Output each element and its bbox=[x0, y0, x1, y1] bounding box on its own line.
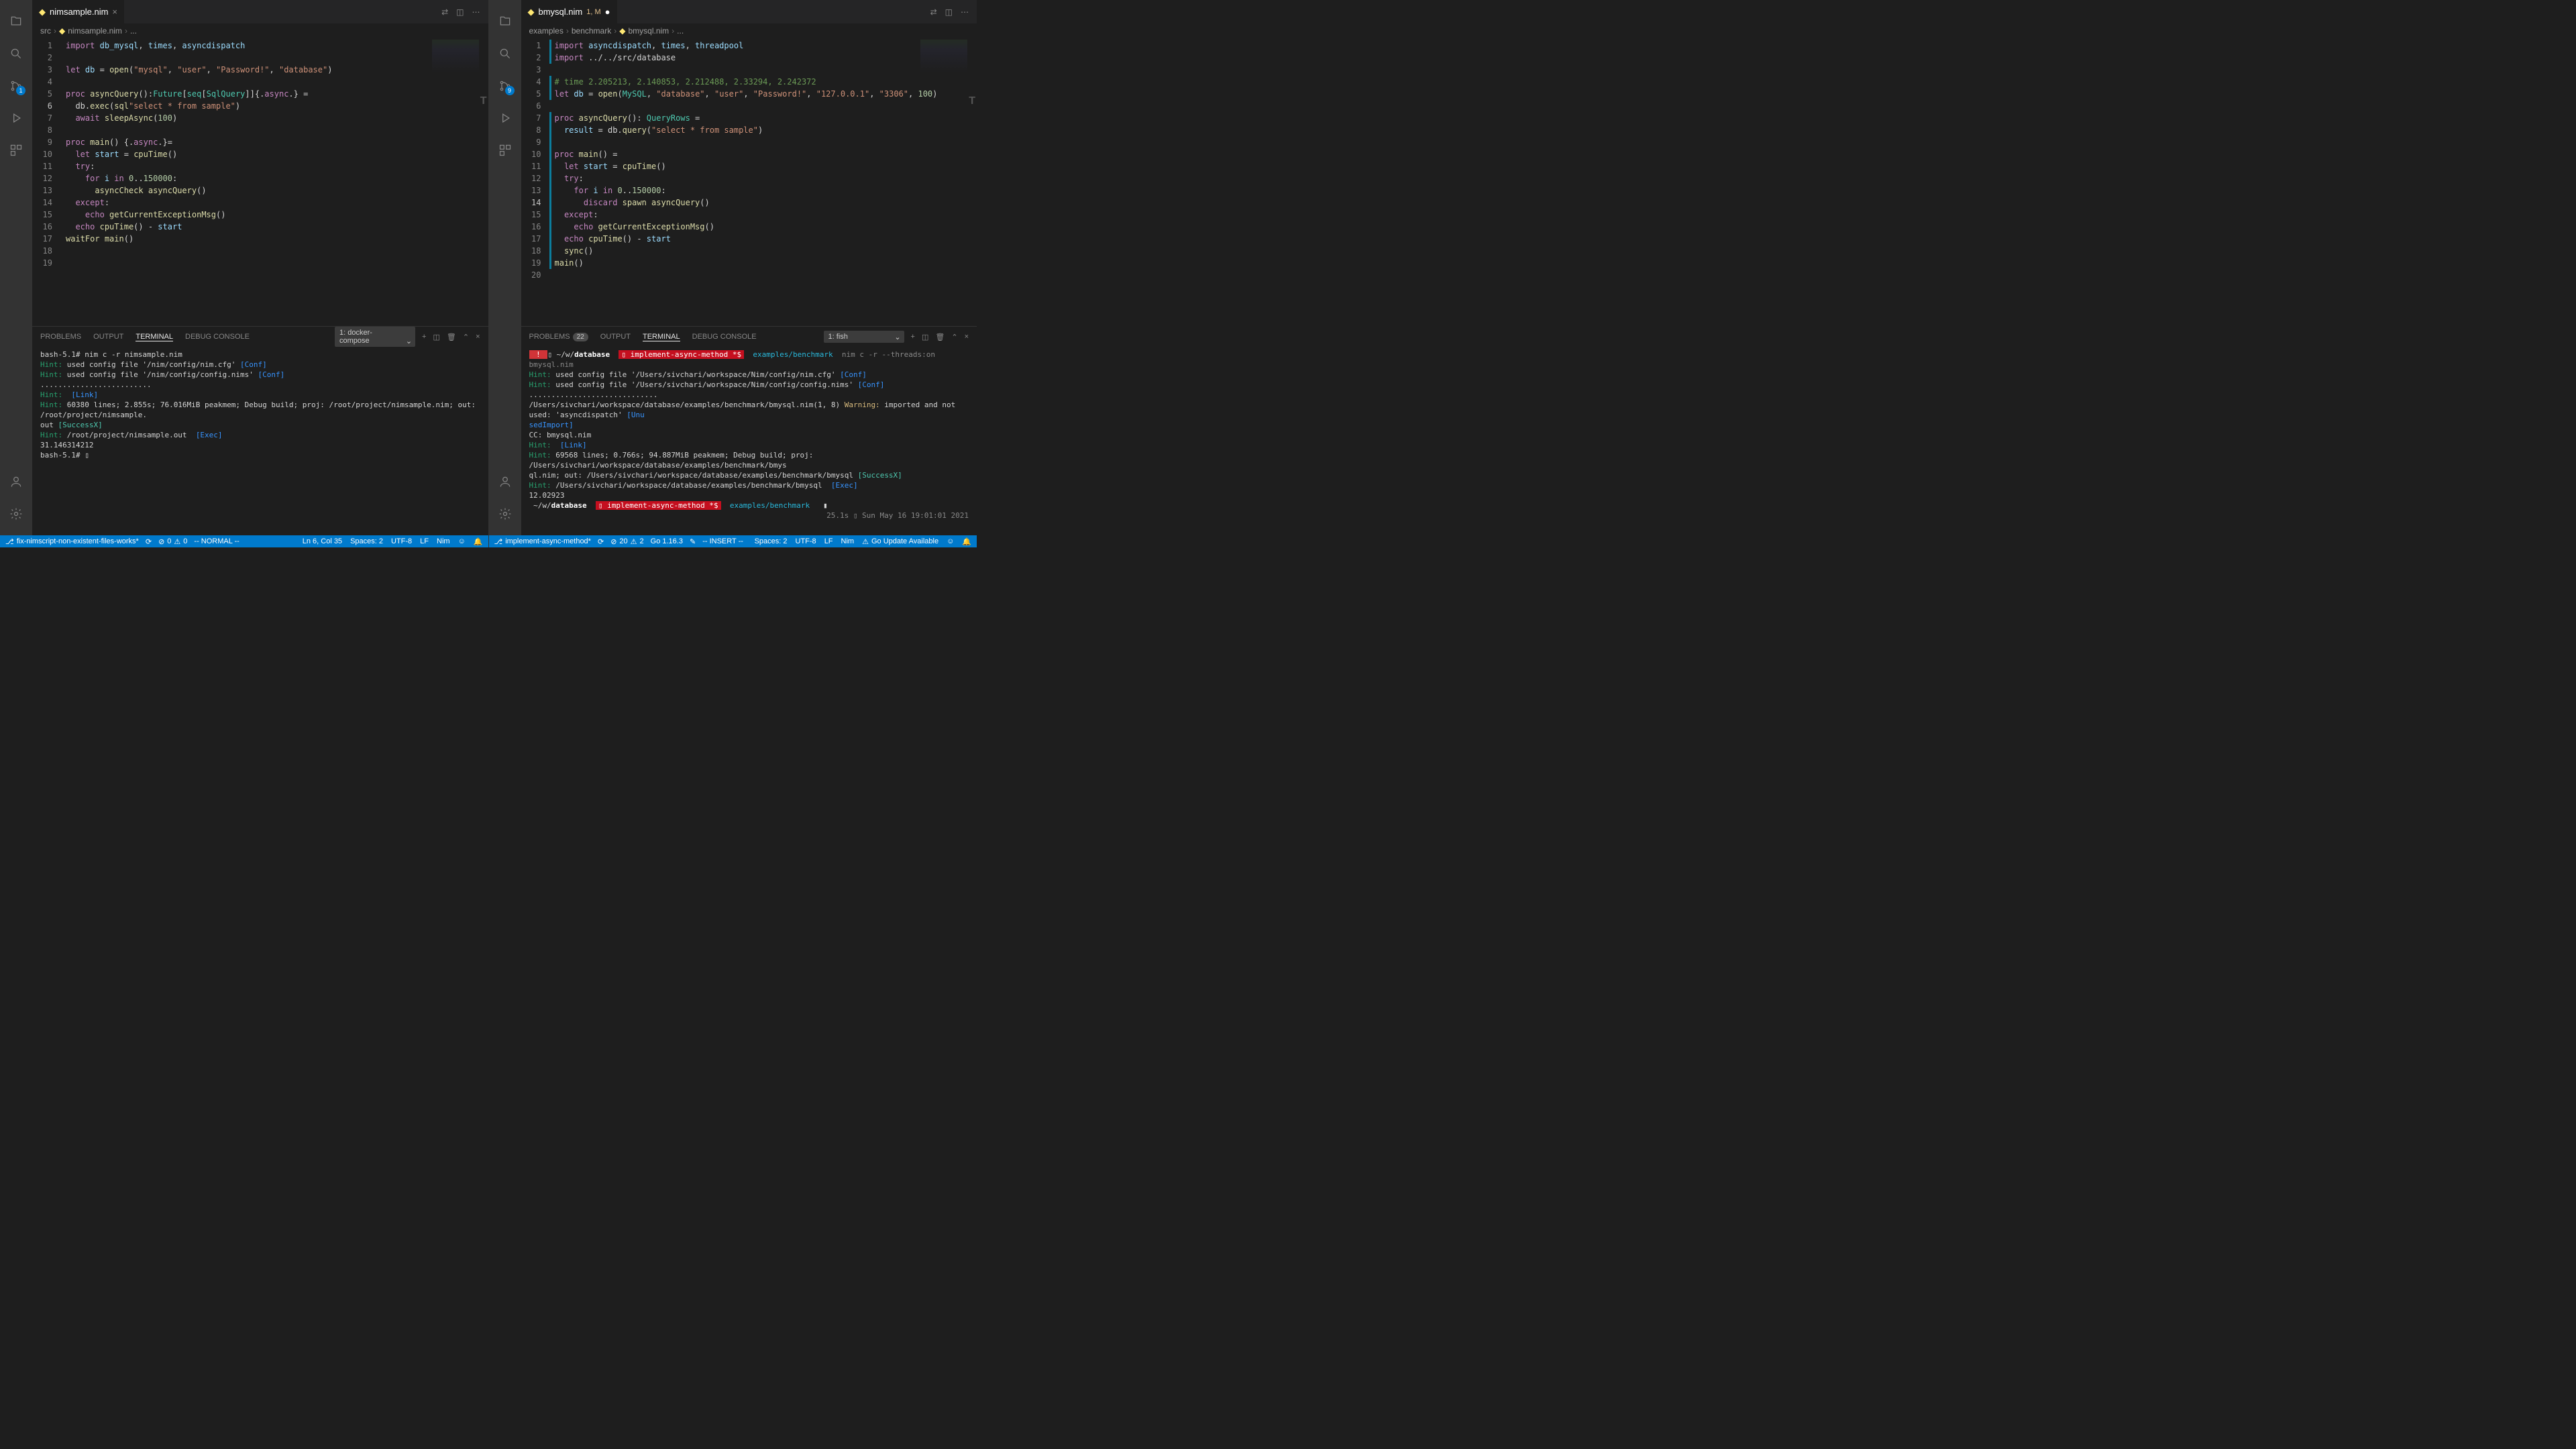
terminal[interactable]: bash-5.1# nim c -r nimsample.nim Hint: u… bbox=[32, 347, 488, 547]
minimap[interactable] bbox=[432, 40, 479, 73]
tab-nimsample[interactable]: ◆ nimsample.nim × bbox=[32, 0, 125, 23]
left-window: 1 ◆ nimsample.nim × ⇄ ◫ ⋯ bbox=[0, 0, 489, 547]
close-panel-icon[interactable]: × bbox=[476, 333, 480, 341]
compare-icon[interactable]: ⇄ bbox=[441, 7, 448, 17]
status-bar: ⎇ implement-async-method* ⟳ ⊘ 20 ⚠ 2 Go … bbox=[489, 535, 977, 547]
encoding-status[interactable]: UTF-8 bbox=[391, 537, 412, 546]
cursor-pos[interactable]: Ln 6, Col 35 bbox=[303, 537, 342, 546]
terminal-select[interactable]: 1: fish ⌄ bbox=[824, 331, 904, 343]
debug-icon[interactable] bbox=[489, 102, 521, 134]
vim-mode: -- INSERT -- bbox=[702, 537, 743, 545]
search-icon[interactable] bbox=[489, 38, 521, 70]
bottom-panel: PROBLEMS22 OUTPUT TERMINAL DEBUG CONSOLE… bbox=[521, 326, 977, 547]
split-icon[interactable]: ◫ bbox=[456, 7, 464, 17]
explorer-icon[interactable] bbox=[489, 5, 521, 38]
go-plus[interactable]: ✎ bbox=[690, 537, 696, 546]
breadcrumb[interactable]: examples› benchmark› ◆bmysql.nim› ... bbox=[521, 23, 977, 38]
go-status[interactable]: Go 1.16.3 bbox=[651, 537, 683, 545]
close-icon[interactable]: ● bbox=[605, 7, 610, 17]
activity-bar: 1 bbox=[0, 0, 32, 535]
terminal[interactable]: ! ▯ ~/w/database ▯ implement-async-metho… bbox=[521, 347, 977, 547]
more-icon[interactable]: ⋯ bbox=[961, 7, 969, 17]
gear-icon[interactable] bbox=[489, 498, 521, 530]
problems-status[interactable]: ⊘ 0 ⚠ 0 bbox=[158, 537, 187, 546]
tab-label: nimsample.nim bbox=[50, 7, 108, 17]
maximize-icon[interactable]: ⌃ bbox=[463, 333, 469, 341]
split-terminal-icon[interactable]: ◫ bbox=[922, 333, 928, 341]
maximize-icon[interactable]: ⌃ bbox=[951, 333, 957, 341]
indent-status[interactable]: Spaces: 2 bbox=[350, 537, 383, 546]
tab-label: bmysql.nim bbox=[539, 7, 583, 17]
new-terminal-icon[interactable]: + bbox=[911, 333, 915, 341]
panel-tab-output[interactable]: OUTPUT bbox=[600, 333, 631, 341]
account-icon[interactable] bbox=[489, 466, 521, 498]
scm-icon[interactable]: 9 bbox=[489, 70, 521, 102]
panel-tab-problems[interactable]: PROBLEMS bbox=[40, 333, 81, 341]
tabs-row: ◆ nimsample.nim × ⇄ ◫ ⋯ bbox=[32, 0, 488, 23]
lang-status[interactable]: Nim bbox=[437, 537, 450, 546]
sync-status[interactable]: ⟳ bbox=[598, 537, 604, 546]
lang-status[interactable]: Nim bbox=[841, 537, 855, 546]
more-icon[interactable]: ⋯ bbox=[472, 7, 480, 17]
panel-tab-terminal[interactable]: TERMINAL bbox=[136, 333, 173, 341]
account-icon[interactable] bbox=[0, 466, 32, 498]
panel-tab-terminal[interactable]: TERMINAL bbox=[643, 333, 680, 341]
split-icon[interactable]: ◫ bbox=[945, 7, 953, 17]
bottom-panel: PROBLEMS OUTPUT TERMINAL DEBUG CONSOLE 1… bbox=[32, 326, 488, 547]
eol-status[interactable]: LF bbox=[824, 537, 833, 546]
indent-status[interactable]: Spaces: 2 bbox=[755, 537, 788, 546]
trash-icon[interactable]: 🗑 bbox=[447, 333, 456, 341]
bell-icon[interactable]: 🔔 bbox=[962, 537, 971, 546]
sync-status[interactable]: ⟳ bbox=[146, 537, 152, 546]
split-terminal-icon[interactable]: ◫ bbox=[433, 333, 439, 341]
scm-icon[interactable]: 1 bbox=[0, 70, 32, 102]
extensions-icon[interactable] bbox=[489, 134, 521, 166]
encoding-status[interactable]: UTF-8 bbox=[796, 537, 816, 546]
search-icon[interactable] bbox=[0, 38, 32, 70]
panel-tab-debug[interactable]: DEBUG CONSOLE bbox=[185, 333, 250, 341]
minimap[interactable] bbox=[920, 40, 967, 73]
activity-bar: 9 bbox=[489, 0, 521, 535]
extensions-icon[interactable] bbox=[0, 134, 32, 166]
editor[interactable]: 12345678910111213141516171819 import db_… bbox=[32, 38, 488, 326]
editor[interactable]: 1234567891011121314151617181920 import a… bbox=[521, 38, 977, 326]
panel-tab-output[interactable]: OUTPUT bbox=[93, 333, 123, 341]
nim-file-icon: ◆ bbox=[39, 7, 46, 17]
test-indicator: T bbox=[969, 95, 975, 107]
trash-icon[interactable]: 🗑 bbox=[935, 333, 945, 341]
status-bar: ⎇ fix-nimscript-non-existent-files-works… bbox=[0, 535, 488, 547]
update-status[interactable]: ⚠ Go Update Available bbox=[862, 537, 938, 546]
compare-icon[interactable]: ⇄ bbox=[930, 7, 937, 17]
branch-status[interactable]: ⎇ fix-nimscript-non-existent-files-works… bbox=[5, 537, 139, 546]
branch-status[interactable]: ⎇ implement-async-method* bbox=[494, 537, 591, 546]
tab-bmysql[interactable]: ◆ bmysql.nim 1, M ● bbox=[521, 0, 618, 23]
new-terminal-icon[interactable]: + bbox=[422, 333, 426, 341]
panel-tab-problems[interactable]: PROBLEMS22 bbox=[529, 333, 588, 341]
eol-status[interactable]: LF bbox=[420, 537, 429, 546]
close-icon[interactable]: × bbox=[112, 7, 117, 17]
test-indicator: T bbox=[480, 95, 487, 107]
feedback-icon[interactable]: ☺ bbox=[458, 537, 466, 546]
debug-icon[interactable] bbox=[0, 102, 32, 134]
feedback-icon[interactable]: ☺ bbox=[947, 537, 954, 546]
tab-modified-badge: 1, M bbox=[586, 8, 600, 16]
explorer-icon[interactable] bbox=[0, 5, 32, 38]
gear-icon[interactable] bbox=[0, 498, 32, 530]
panel-tab-debug[interactable]: DEBUG CONSOLE bbox=[692, 333, 757, 341]
vim-mode: -- NORMAL -- bbox=[194, 537, 239, 545]
bell-icon[interactable]: 🔔 bbox=[474, 537, 483, 546]
close-panel-icon[interactable]: × bbox=[965, 333, 969, 341]
problems-status[interactable]: ⊘ 20 ⚠ 2 bbox=[610, 537, 643, 546]
terminal-select[interactable]: 1: docker-compose ⌄ bbox=[335, 327, 415, 347]
tabs-row: ◆ bmysql.nim 1, M ● ⇄ ◫ ⋯ bbox=[521, 0, 977, 23]
breadcrumb[interactable]: src› ◆nimsample.nim› ... bbox=[32, 23, 488, 38]
nim-file-icon: ◆ bbox=[528, 7, 535, 17]
right-window: 9 ◆ bmysql.nim 1, M ● ⇄ ◫ ⋯ bbox=[489, 0, 977, 547]
